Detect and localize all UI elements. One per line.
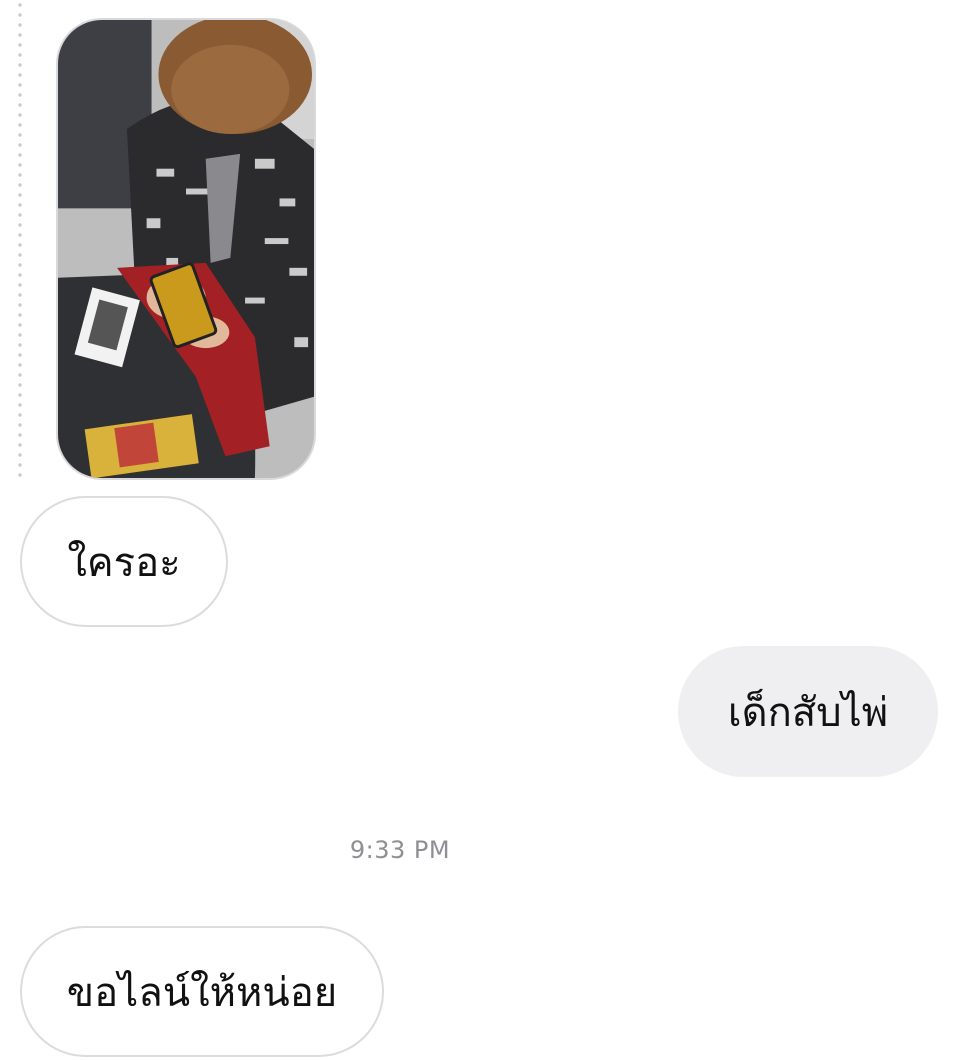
incoming-message-bubble[interactable]: ขอไลน์ให้หน่อย (20, 926, 384, 1057)
photo-of-person-shuffling-cards-icon (58, 20, 314, 478)
message-text: ขอไลน์ให้หน่อย (66, 969, 338, 1016)
outgoing-message-bubble[interactable]: เด็กสับไพ่ (678, 646, 938, 777)
reply-thread-indicator (18, 0, 22, 478)
message-text: เด็กสับไพ่ (727, 689, 889, 736)
message-timestamp: 9:33 PM (349, 836, 451, 864)
message-text: ใครอะ (67, 539, 181, 586)
incoming-message-bubble[interactable]: ใครอะ (20, 496, 228, 627)
message-photo[interactable] (56, 18, 316, 480)
